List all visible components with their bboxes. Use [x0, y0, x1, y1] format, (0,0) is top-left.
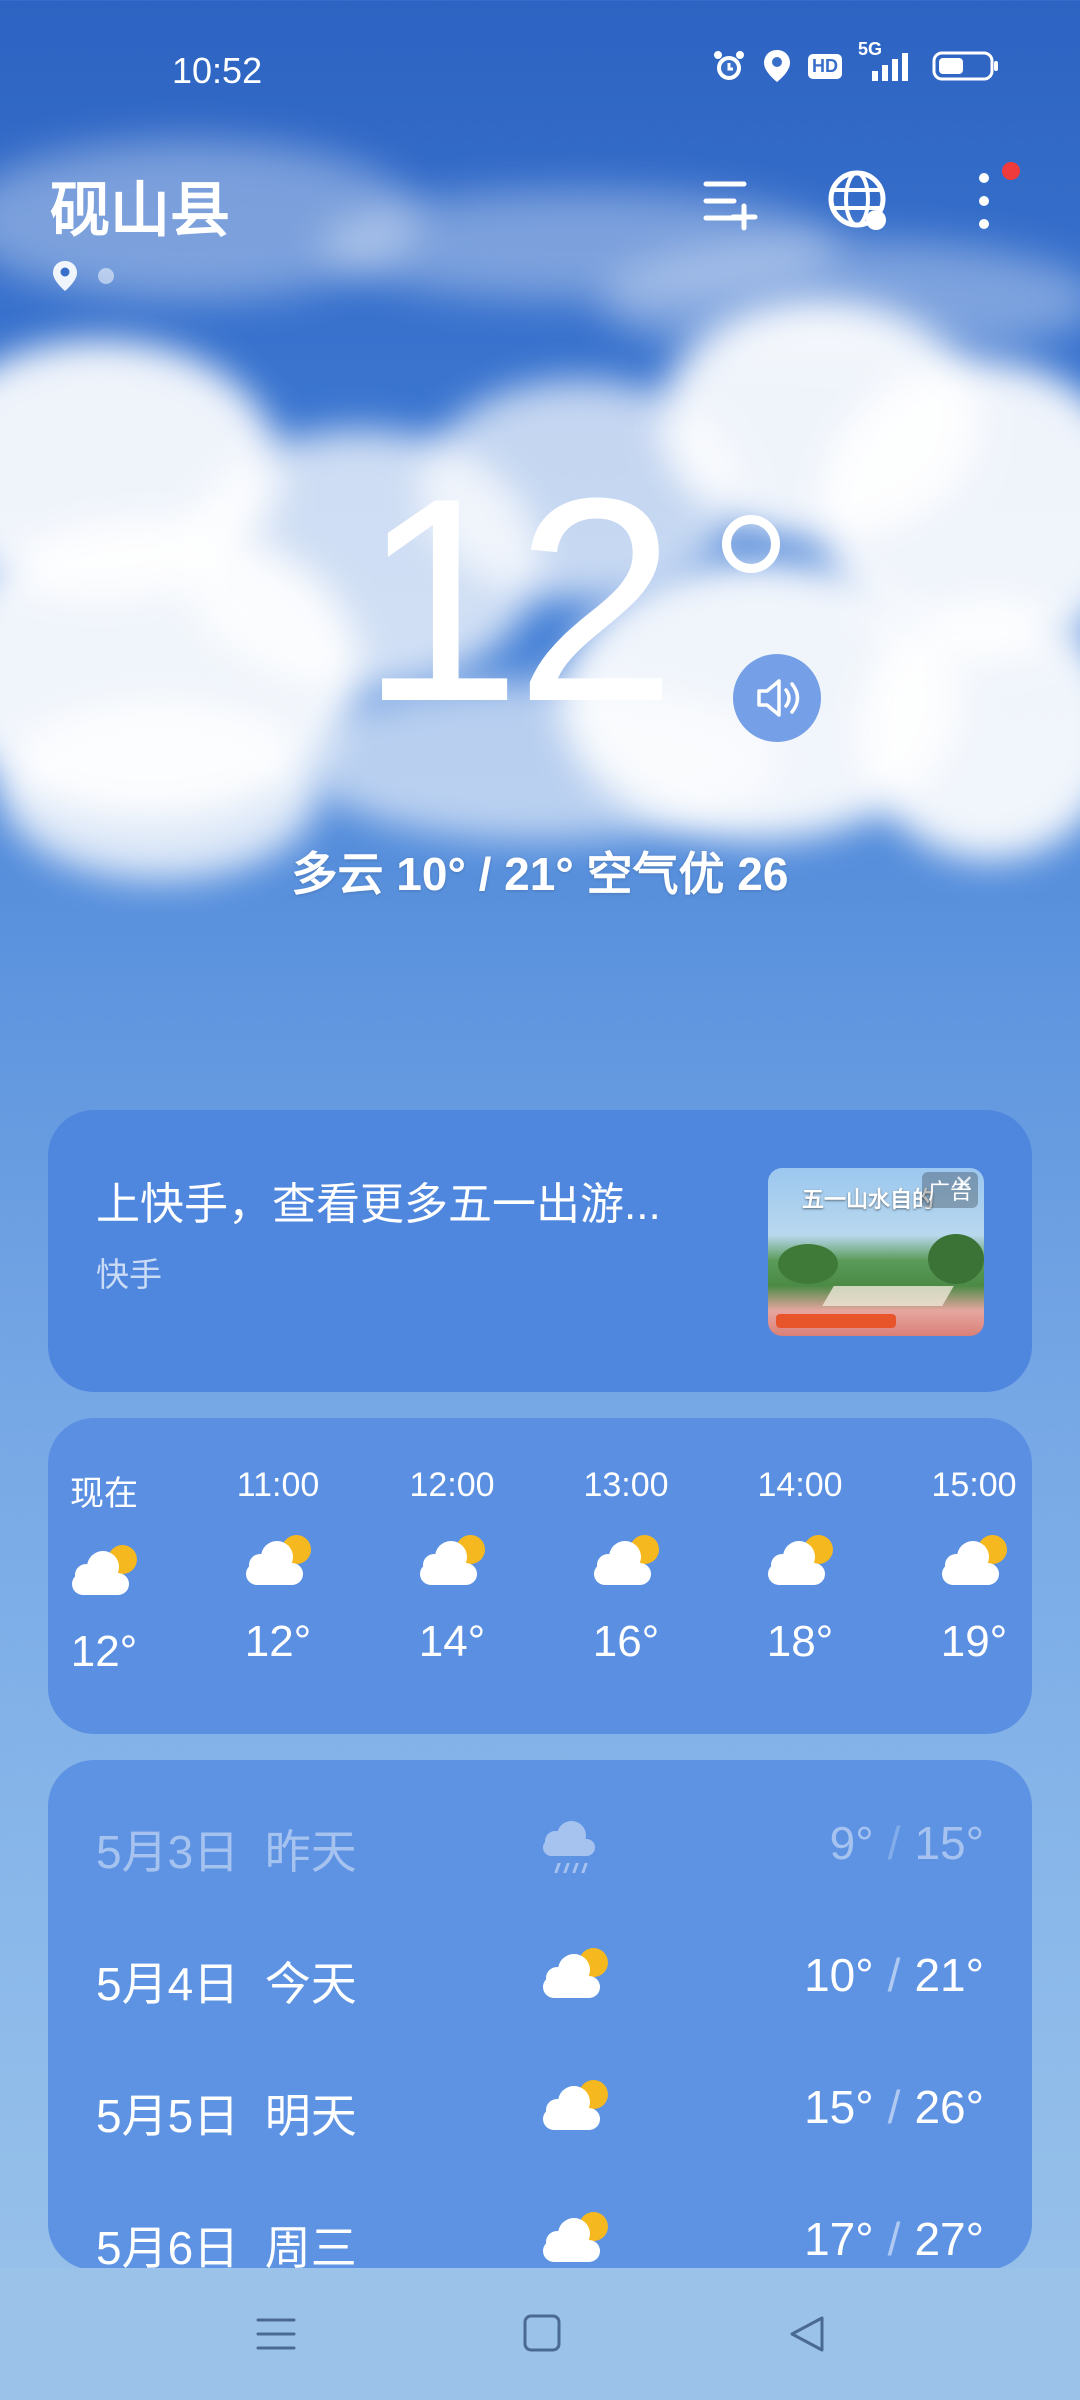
- hourly-time: 11:00: [236, 1466, 320, 1504]
- daily-temp-range: 10°/21°: [804, 1948, 984, 2002]
- hourly-temp: 14°: [418, 1617, 486, 1666]
- temp-separator: /: [887, 1949, 901, 2001]
- hourly-forecast-card[interactable]: 现在 12° 11:00 12° 12:00 14° 13:00 16° 14:00 18° 15:…: [48, 1418, 1032, 1734]
- partly-cloudy-icon: [765, 1535, 835, 1587]
- ad-card[interactable]: 上快手，查看更多五一出游... 快手 五一山水自的 广告 ✕: [48, 1110, 1032, 1392]
- battery-icon: [932, 50, 1000, 82]
- partly-cloudy-icon: [417, 1535, 487, 1587]
- ad-title[interactable]: 上快手，查看更多五一出游...: [96, 1168, 661, 1232]
- partly-cloudy-icon: [591, 1535, 661, 1587]
- hourly-item[interactable]: 11:00 12°: [208, 1466, 348, 1667]
- daily-high: 15°: [914, 1817, 984, 1869]
- daily-temp-range: 15°/26°: [804, 2080, 984, 2134]
- daily-row[interactable]: 5月4日 今天 10°/21°: [48, 1948, 1032, 2028]
- daily-date: 5月4日 今天: [96, 1958, 357, 2010]
- hourly-item[interactable]: 13:00 16°: [556, 1466, 696, 1667]
- daily-date: 5月3日 昨天: [96, 1826, 357, 1878]
- daily-high: 27°: [914, 2213, 984, 2265]
- current-temperature: 12: [360, 438, 677, 762]
- hourly-time: 现在: [70, 1475, 138, 1513]
- location-icon: [762, 48, 792, 84]
- rain-icon: [540, 1816, 612, 1876]
- daily-date: 5月5日 明天: [96, 2090, 357, 2142]
- partly-cloudy-icon: [540, 1948, 612, 2008]
- daily-low: 9°: [829, 1817, 874, 1869]
- daily-row[interactable]: 5月5日 明天 15°/26°: [48, 2080, 1032, 2160]
- location-pin-icon: [52, 260, 78, 297]
- daily-temp-range: 17°/27°: [804, 2212, 984, 2266]
- hd-icon: HD: [808, 53, 842, 79]
- daily-forecast-card[interactable]: 5月3日 昨天 9°/15° 5月4日 今天 10°/21° 5月5日 明天 15°/26…: [48, 1760, 1032, 2270]
- hourly-item[interactable]: 现在 12°: [48, 1466, 174, 1677]
- back-icon[interactable]: [782, 2312, 834, 2356]
- ad-image-caption: 五一山水自的: [802, 1187, 935, 1212]
- daily-low: 10°: [804, 1949, 874, 2001]
- daily-low: 17°: [804, 2213, 874, 2265]
- hourly-time: 15:00: [931, 1466, 1017, 1504]
- city-name[interactable]: 砚山县: [50, 162, 230, 249]
- weather-summary[interactable]: 多云 10° / 21° 空气优 26: [0, 838, 1080, 904]
- temp-separator: /: [887, 1817, 901, 1869]
- status-time: 10:52: [172, 50, 263, 91]
- speaker-icon: [757, 679, 800, 717]
- globe-icon[interactable]: [826, 168, 892, 234]
- hourly-item[interactable]: 15:00 19°: [904, 1466, 1032, 1667]
- close-ad-icon[interactable]: ✕: [954, 1170, 974, 1199]
- navigation-bar: [0, 2268, 1080, 2400]
- menu-icon[interactable]: [250, 2312, 302, 2356]
- daily-high: 21°: [914, 1949, 984, 2001]
- alarm-icon: [712, 49, 746, 83]
- notification-dot: [1002, 162, 1020, 180]
- daily-row[interactable]: 5月3日 昨天 9°/15°: [48, 1816, 1032, 1896]
- status-icons: HD 5G: [712, 39, 1000, 84]
- hourly-item[interactable]: 14:00 18°: [730, 1466, 870, 1667]
- hourly-item[interactable]: 12:00 14°: [382, 1466, 522, 1667]
- ad-image[interactable]: 五一山水自的 广告: [768, 1168, 984, 1336]
- hourly-temp: 12°: [70, 1627, 138, 1676]
- degree-symbol: [722, 515, 780, 573]
- hourly-temp: 12°: [244, 1617, 312, 1666]
- hourly-temp: 16°: [592, 1617, 660, 1666]
- more-icon[interactable]: [952, 162, 1020, 234]
- network-label: 5G: [858, 39, 883, 59]
- hourly-temp: 19°: [940, 1617, 1008, 1666]
- daily-low: 15°: [804, 2081, 874, 2133]
- page-indicator-dot: [98, 268, 114, 284]
- partly-cloudy-icon: [939, 1535, 1009, 1587]
- hourly-time: 13:00: [583, 1466, 669, 1504]
- temp-separator: /: [887, 2081, 901, 2133]
- hourly-time: 14:00: [757, 1466, 843, 1504]
- temp-separator: /: [887, 2213, 901, 2265]
- hourly-temp: 18°: [766, 1617, 834, 1666]
- add-city-icon[interactable]: [700, 168, 766, 234]
- ad-source: 快手: [96, 1256, 162, 1293]
- partly-cloudy-icon: [243, 1535, 313, 1587]
- partly-cloudy-icon: [540, 2212, 612, 2270]
- status-bar: 10:52 HD 5G: [0, 0, 1080, 140]
- daily-high: 26°: [914, 2081, 984, 2133]
- daily-row[interactable]: 5月6日 周三 17°/27°: [48, 2212, 1032, 2270]
- daily-temp-range: 9°/15°: [830, 1816, 984, 1870]
- partly-cloudy-icon: [540, 2080, 612, 2140]
- 5g-signal-icon: 5G: [858, 39, 916, 83]
- home-icon[interactable]: [516, 2312, 568, 2356]
- daily-date: 5月6日 周三: [96, 2222, 357, 2270]
- partly-cloudy-icon: [69, 1545, 139, 1597]
- hourly-time: 12:00: [409, 1466, 495, 1504]
- speaker-button[interactable]: [733, 654, 821, 742]
